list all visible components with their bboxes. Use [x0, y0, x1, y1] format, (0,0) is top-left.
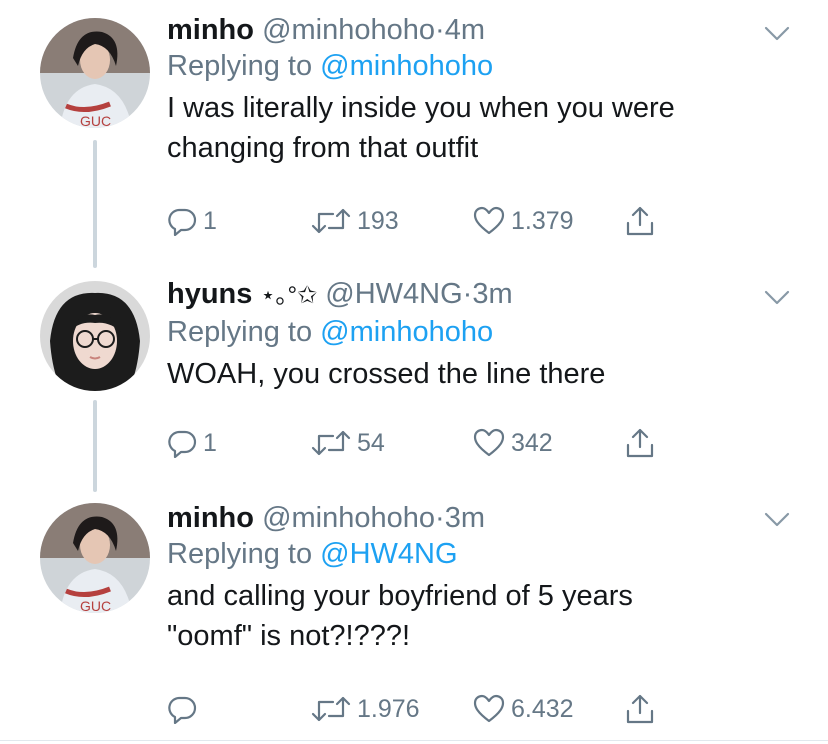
svg-text:GUC: GUC [80, 598, 111, 613]
divider [0, 740, 828, 741]
retweet-count: 1.976 [357, 694, 420, 723]
share-button[interactable] [625, 692, 655, 726]
tweet-text-line: "oomf" is not?!???! [167, 620, 411, 652]
share-icon [626, 694, 654, 724]
display-name[interactable]: minho [167, 502, 254, 534]
reply-icon [168, 696, 197, 724]
tweet-text-line: and calling your boyfriend of 5 years [167, 580, 633, 612]
tweet-text: and calling your boyfriend of 5 years "o… [167, 576, 768, 656]
separator-dot: · [435, 502, 445, 534]
replying-to-mention[interactable]: @HW4NG [320, 538, 457, 570]
retweet-icon [311, 696, 351, 722]
tweet-thread: GUC minho @minhohoho·4m Replying to @min… [0, 0, 828, 744]
timestamp[interactable]: 3m [445, 502, 485, 534]
tweet-header: minho @minhohoho·3m [167, 500, 768, 536]
avatar-minho[interactable]: GUC [40, 503, 150, 613]
like-button[interactable]: 6.432 [473, 692, 574, 726]
replying-to: Replying to @HW4NG [167, 536, 768, 572]
retweet-button[interactable]: 1.976 [311, 692, 420, 726]
replying-prefix: Replying to [167, 538, 313, 570]
user-handle[interactable]: @minhohoho [262, 502, 435, 534]
chevron-down-icon[interactable] [764, 512, 790, 528]
tweet-3[interactable]: GUC minho @minhohoho·3m Replying to @HW4… [0, 0, 828, 744]
like-count: 6.432 [511, 694, 574, 723]
tweet-actions: 1.976 6.432 [167, 692, 687, 726]
reply-button[interactable] [167, 692, 203, 726]
like-icon [473, 694, 505, 723]
